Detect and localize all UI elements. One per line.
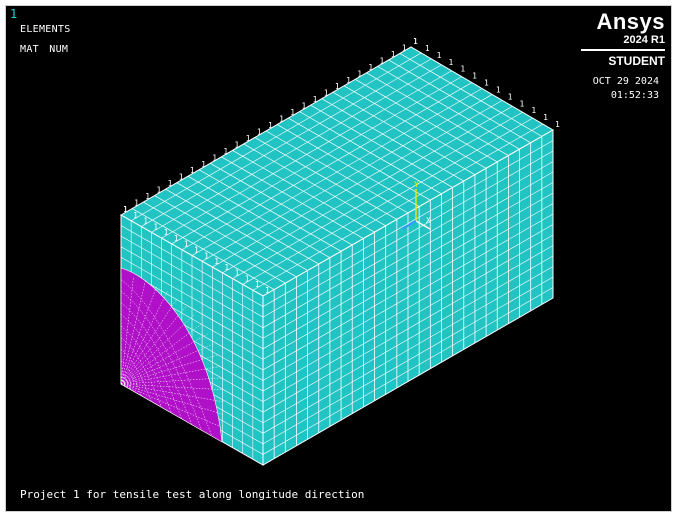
element-number-label: 1	[484, 79, 489, 88]
element-number-label: 1	[301, 102, 306, 111]
element-number-label: 1	[268, 121, 273, 130]
element-number-label: 1	[402, 43, 407, 52]
element-number-label: 1	[224, 263, 229, 272]
element-number-label: 1	[223, 147, 228, 156]
window-number: 1	[10, 7, 18, 21]
element-number-label: 1	[212, 153, 217, 162]
element-number-label: 1	[214, 257, 219, 266]
element-number-label: 1	[245, 274, 250, 283]
element-number-label: 1	[324, 89, 329, 98]
element-number-label: 1	[472, 72, 477, 81]
plot-title: Project 1 for tensile test along longitu…	[20, 488, 365, 501]
mesh-model: 1111111111111111111111111111111111111111…	[119, 37, 560, 466]
element-number-label: 1	[357, 69, 362, 78]
element-number-label: 1	[194, 246, 199, 255]
element-number-label: 1	[204, 251, 209, 260]
graphics-viewport[interactable]: 1111111111111111111111111111111111111111…	[5, 5, 672, 512]
element-number-label: 1	[184, 240, 189, 249]
element-number-label: 1	[496, 85, 501, 94]
element-number-label: 1	[346, 76, 351, 85]
element-number-label: 1	[190, 166, 195, 175]
element-number-label: 1	[156, 186, 161, 195]
element-number-label: 1	[257, 127, 262, 136]
time-label: 01:52:33	[610, 90, 659, 101]
element-number-label: 1	[133, 211, 138, 220]
element-number-label: 1	[508, 92, 513, 101]
element-number-label: 1	[380, 56, 385, 65]
numbering-label: MAT NUM	[20, 44, 69, 55]
element-number-label: 1	[335, 82, 340, 91]
triad-y-label: Y	[414, 180, 419, 189]
triad-x-label: X	[426, 216, 431, 225]
element-number-label: 1	[255, 280, 260, 289]
element-number-label: 1	[168, 179, 173, 188]
element-number-label: 1	[313, 95, 318, 104]
element-number-label: 1	[279, 115, 284, 124]
element-number-label: 1	[179, 173, 184, 182]
element-number-label: 1	[143, 217, 148, 226]
element-number-label: 1	[531, 106, 536, 115]
element-number-label: 1	[437, 51, 442, 60]
element-number-label: 1	[368, 63, 373, 72]
element-number-label: 1	[235, 269, 240, 278]
element-number-label: 1	[425, 44, 430, 53]
logo-release: 2024 R1	[581, 34, 665, 51]
element-number-label: 1	[123, 205, 128, 214]
element-number-label: 1	[460, 65, 465, 74]
element-number-label: 1	[164, 228, 169, 237]
element-number-label: 1	[449, 58, 454, 67]
element-number-label: 1	[246, 134, 251, 143]
element-number-label: 1	[413, 37, 418, 46]
date-label: OCT 29 2024	[592, 76, 659, 87]
logo-edition: STUDENT	[608, 54, 665, 68]
element-number-label: 1	[134, 199, 139, 208]
element-number-label: 1	[235, 140, 240, 149]
element-number-label: 1	[520, 99, 525, 108]
element-number-label: 1	[391, 50, 396, 59]
element-number-label: 1	[174, 234, 179, 243]
element-number-label: 1	[543, 113, 548, 122]
element-number-label: 1	[153, 222, 158, 231]
logo-text: Ansys	[596, 9, 665, 34]
element-number-label: 1	[201, 160, 206, 169]
element-number-label: 1	[265, 286, 270, 295]
entity-type-label: ELEMENTS	[20, 24, 71, 35]
element-number-label: 1	[145, 192, 150, 201]
ansys-logo: Ansys 2024 R1 STUDENT	[581, 10, 665, 69]
element-number-label: 1	[555, 120, 560, 129]
element-number-label: 1	[290, 108, 295, 117]
